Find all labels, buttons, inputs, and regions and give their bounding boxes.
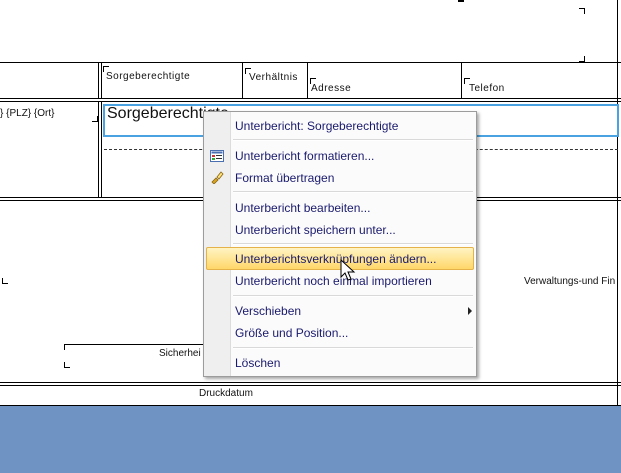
field-border: [64, 344, 206, 345]
menu-separator: [233, 347, 473, 349]
section-border: [0, 62, 621, 63]
section-border: [0, 382, 621, 383]
menu-item-move[interactable]: Verschieben: [235, 304, 301, 318]
field-druckdatum[interactable]: Druckdatum: [199, 388, 253, 399]
control-handle[interactable]: [458, 0, 464, 2]
section-border: [0, 385, 621, 386]
menu-separator: [233, 243, 473, 245]
header-label-verhaeltnis[interactable]: Verhältnis: [249, 72, 298, 83]
menu-item-subreport-name[interactable]: Unterbericht: Sorgeberechtigte: [235, 119, 398, 133]
menu-item-reimport-subreport[interactable]: Unterbericht noch einmal importieren: [235, 274, 432, 288]
menu-separator: [233, 295, 473, 297]
mouse-cursor-icon: [340, 258, 356, 283]
context-menu: Unterbericht: Sorgeberechtigte Unterberi…: [203, 111, 477, 377]
menu-item-save-subreport-as[interactable]: Unterbericht speichern unter...: [235, 223, 396, 237]
control-handle[interactable]: [579, 56, 585, 62]
column-divider: [101, 62, 102, 98]
menu-item-format-subreport[interactable]: Unterbericht formatieren...: [235, 149, 374, 163]
column-divider: [98, 62, 99, 98]
control-handle[interactable]: [579, 8, 585, 14]
footer-background: [0, 406, 621, 473]
column-divider: [307, 62, 308, 98]
column-divider: [101, 101, 102, 197]
control-handle[interactable]: [2, 278, 8, 284]
submenu-arrow-icon: [468, 307, 472, 315]
column-divider: [242, 62, 243, 98]
menu-separator: [233, 191, 473, 193]
menu-item-delete[interactable]: Löschen: [235, 356, 280, 370]
menu-item-format-painter[interactable]: Format übertragen: [235, 171, 334, 185]
menu-separator: [233, 139, 473, 141]
field-plz-ort[interactable]: } {PLZ} {Ort}: [0, 108, 54, 119]
column-divider: [461, 62, 462, 98]
control-handle[interactable]: [64, 344, 70, 350]
menu-item-change-subreport-links[interactable]: Unterberichtsverknüpfungen ändern...: [235, 252, 436, 266]
menu-item-edit-subreport[interactable]: Unterbericht bearbeiten...: [235, 201, 370, 215]
section-border: [0, 101, 621, 102]
field-verwaltung[interactable]: Verwaltungs-und Fin: [524, 276, 615, 287]
column-divider: [98, 101, 99, 197]
header-label-telefon[interactable]: Telefon: [469, 83, 505, 94]
control-handle[interactable]: [64, 362, 70, 368]
header-label-adresse[interactable]: Adresse: [311, 83, 351, 94]
page-right-edge: [617, 0, 618, 405]
field-sicherheit[interactable]: Sicherhei: [159, 348, 201, 359]
control-handle[interactable]: [92, 116, 98, 122]
format-painter-icon: [210, 170, 224, 185]
header-label-sorgeberechtigte[interactable]: Sorgeberechtigte: [106, 71, 190, 82]
format-properties-icon: [210, 149, 224, 162]
section-border: [0, 98, 621, 99]
menu-item-size-position[interactable]: Größe und Position...: [235, 326, 348, 340]
